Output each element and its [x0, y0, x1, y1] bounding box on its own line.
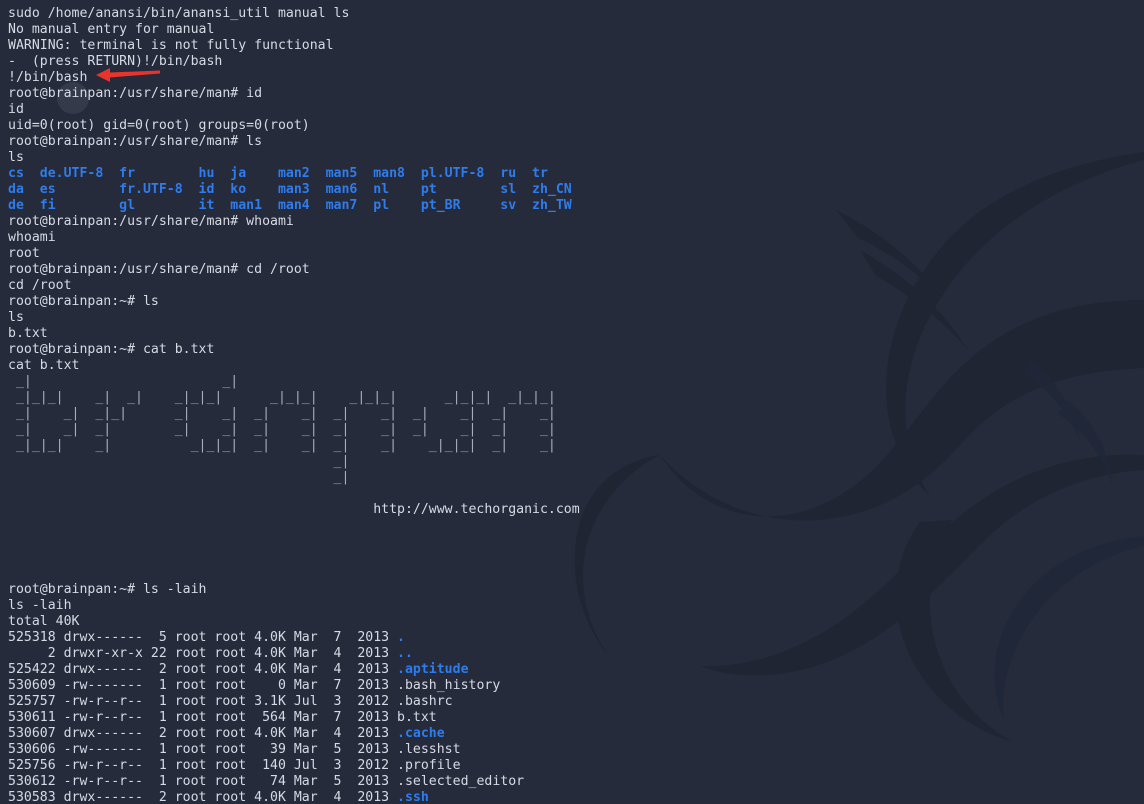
ls-laih-meta: 525756 -rw-r--r-- 1 root root 140 Jul 3 …: [8, 758, 398, 773]
ascii-art-line: _|_|_| _| _| _|_|_| _|_|_| _|_|_| _|_|_|…: [8, 390, 1144, 406]
ls-laih-row: 530606 -rw------- 1 root root 39 Mar 5 2…: [8, 742, 1144, 758]
terminal-line: cd /root: [8, 278, 72, 293]
ascii-art-line: _|: [8, 454, 1144, 470]
terminal-prompt-line: root@brainpan:/usr/share/man# id: [8, 86, 263, 101]
ascii-art-text: _| _| _| _| _| _| _| _| _| _| _| _| _|: [8, 422, 556, 437]
ascii-art-banner: _| _| _|_|_| _| _| _|_|_| _|_|_| _|_|_| …: [8, 374, 1144, 486]
ascii-art-text: _|: [8, 454, 350, 469]
ascii-art-text: _| _|: [8, 374, 239, 389]
terminal-line: id: [8, 102, 24, 117]
terminal-line: b.txt: [8, 326, 48, 341]
terminal-line: ls: [8, 150, 24, 165]
ls-laih-filename: ..: [397, 646, 413, 661]
terminal-screen[interactable]: sudo /home/anansi/bin/anansi_util manual…: [0, 0, 1144, 804]
ls-laih-filename: .cache: [397, 726, 445, 741]
terminal-line-whoami-output: root: [8, 246, 40, 261]
terminal-line: cat b.txt: [8, 358, 80, 373]
ls-laih-row: 525318 drwx------ 5 root root 4.0K Mar 7…: [8, 630, 1144, 646]
ls-laih-row: 530611 -rw-r--r-- 1 root root 564 Mar 7 …: [8, 710, 1144, 726]
ls-laih-filename: .bashrc: [397, 694, 453, 709]
terminal-line: sudo /home/anansi/bin/anansi_util manual…: [8, 6, 350, 21]
ls-laih-filename: .bash_history: [397, 678, 501, 693]
terminal-line: ls: [8, 310, 24, 325]
ls-laih-meta: 530612 -rw-r--r-- 1 root root 74 Mar 5 2…: [8, 774, 398, 789]
ls-laih-meta: 530583 drwx------ 2 root root 4.0K Mar 4…: [8, 790, 398, 804]
ls-laih-meta: 530607 drwx------ 2 root root 4.0K Mar 4…: [8, 726, 398, 741]
ls-laih-meta: 530611 -rw-r--r-- 1 root root 564 Mar 7 …: [8, 710, 398, 725]
ls-laih-row: 530612 -rw-r--r-- 1 root root 74 Mar 5 2…: [8, 774, 1144, 790]
ascii-art-line: _|_|_| _| _|_|_| _| _| _| _| _|_|_| _| _…: [8, 438, 1144, 454]
terminal-line: - (press RETURN)!/bin/bash: [8, 54, 223, 69]
ls-laih-filename: .: [397, 630, 405, 645]
man-directory-entry: cs de.UTF-8 fr hu ja man2 man5 man8 pl.U…: [8, 166, 548, 181]
terminal-line: whoami: [8, 230, 56, 245]
ascii-art-line: _|: [8, 470, 1144, 486]
ls-laih-row: 2 drwxr-xr-x 22 root root 4.0K Mar 4 201…: [8, 646, 1144, 662]
man-listing-row: de fi gl it man1 man4 man7 pl pt_BR sv z…: [8, 198, 1144, 214]
ascii-art-text: _|_|_| _| _| _|_|_| _|_|_| _|_|_| _|_|_|…: [8, 390, 556, 405]
man-directory-entry: da es fr.UTF-8 id ko man3 man6 nl pt sl …: [8, 182, 572, 197]
ascii-art-text: _| _| _|_| _| _| _| _| _| _| _| _| _| _|: [8, 406, 556, 421]
terminal-line: No manual entry for manual: [8, 22, 215, 37]
terminal-prompt-line: root@brainpan:/usr/share/man# ls: [8, 134, 263, 149]
ls-laih-row: 525756 -rw-r--r-- 1 root root 140 Jul 3 …: [8, 758, 1144, 774]
ls-laih-table: 525318 drwx------ 5 root root 4.0K Mar 7…: [8, 630, 1144, 804]
banner-url: http://www.techorganic.com: [8, 502, 580, 517]
terminal-prompt-line: root@brainpan:~# cat b.txt: [8, 342, 215, 357]
ls-laih-row: 525757 -rw-r--r-- 1 root root 3.1K Jul 3…: [8, 694, 1144, 710]
ls-laih-meta: 525422 drwx------ 2 root root 4.0K Mar 4…: [8, 662, 398, 677]
man-listing-row: da es fr.UTF-8 id ko man3 man6 nl pt sl …: [8, 182, 1144, 198]
ls-laih-filename: b.txt: [397, 710, 437, 725]
ls-laih-row: 530583 drwx------ 2 root root 4.0K Mar 4…: [8, 790, 1144, 804]
ls-laih-meta: 530609 -rw------- 1 root root 0 Mar 7 20…: [8, 678, 398, 693]
ls-laih-filename: .selected_editor: [397, 774, 525, 789]
terminal-prompt-line: root@brainpan:/usr/share/man# whoami: [8, 214, 294, 229]
man-listing-row: cs de.UTF-8 fr hu ja man2 man5 man8 pl.U…: [8, 166, 1144, 182]
terminal-line: WARNING: terminal is not fully functiona…: [8, 38, 334, 53]
ascii-art-line: _| _| _| _| _| _| _| _| _| _| _| _| _|: [8, 422, 1144, 438]
ls-laih-filename: .aptitude: [397, 662, 469, 677]
man-directory-entry: de fi gl it man1 man4 man7 pl pt_BR sv z…: [8, 198, 572, 213]
ls-laih-command: root@brainpan:~# ls -laih: [8, 582, 207, 597]
ls-laih-filename: .profile: [397, 758, 461, 773]
ls-laih-meta: 525318 drwx------ 5 root root 4.0K Mar 7…: [8, 630, 398, 645]
terminal-prompt-line: root@brainpan:~# ls: [8, 294, 159, 309]
ls-laih-meta: 525757 -rw-r--r-- 1 root root 3.1K Jul 3…: [8, 694, 398, 709]
ascii-art-line: _| _|: [8, 374, 1144, 390]
ascii-art-text: _|_|_| _| _|_|_| _| _| _| _| _|_|_| _| _…: [8, 438, 556, 453]
ls-laih-meta: 2 drwxr-xr-x 22 root root 4.0K Mar 4 201…: [8, 646, 398, 661]
ls-laih-total: total 40K: [8, 614, 80, 629]
ls-laih-filename: .lesshst: [397, 742, 461, 757]
terminal-window[interactable]: sudo /home/anansi/bin/anansi_util manual…: [0, 0, 1144, 804]
ls-laih-echo: ls -laih: [8, 598, 72, 613]
ascii-art-text: _|: [8, 470, 350, 485]
ls-laih-row: 525422 drwx------ 2 root root 4.0K Mar 4…: [8, 662, 1144, 678]
ls-laih-row: 530609 -rw------- 1 root root 0 Mar 7 20…: [8, 678, 1144, 694]
man-directory-listing: cs de.UTF-8 fr hu ja man2 man5 man8 pl.U…: [8, 166, 1144, 214]
ascii-art-line: _| _| _|_| _| _| _| _| _| _| _| _| _| _|: [8, 406, 1144, 422]
ls-laih-filename: .ssh: [397, 790, 429, 804]
ls-laih-meta: 530606 -rw------- 1 root root 39 Mar 5 2…: [8, 742, 398, 757]
terminal-prompt-line: root@brainpan:/usr/share/man# cd /root: [8, 262, 310, 277]
ls-laih-row: 530607 drwx------ 2 root root 4.0K Mar 4…: [8, 726, 1144, 742]
terminal-line-bin-bash: !/bin/bash: [8, 70, 88, 85]
terminal-line-id-output: uid=0(root) gid=0(root) groups=0(root): [8, 118, 310, 133]
